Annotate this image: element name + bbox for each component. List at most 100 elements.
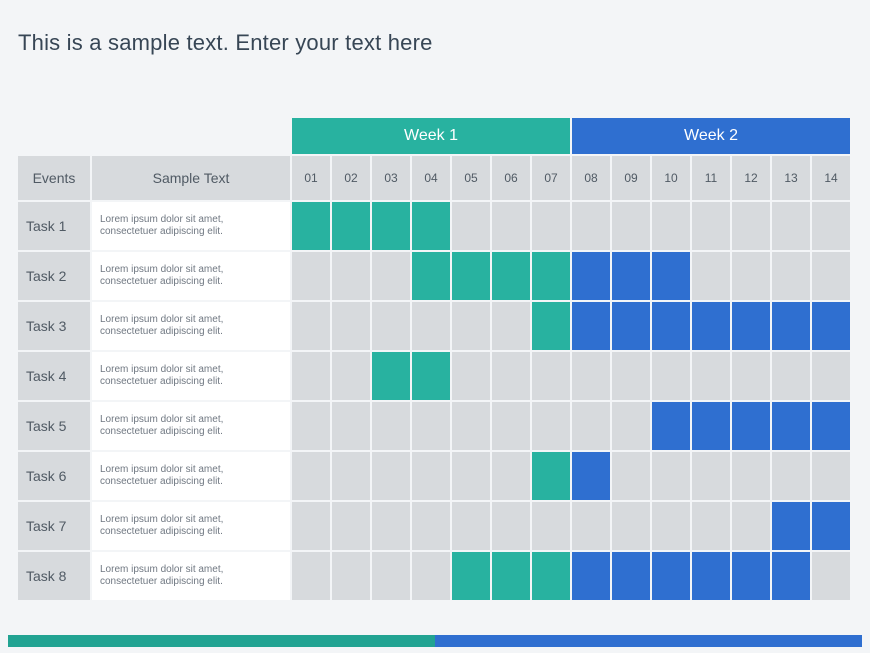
gantt-cell — [372, 552, 410, 600]
gantt-cell — [612, 202, 650, 250]
gantt-cell — [812, 202, 850, 250]
gantt-cell — [292, 552, 330, 600]
gantt-cell — [652, 502, 690, 550]
gantt-cell — [572, 352, 610, 400]
gantt-cell — [652, 452, 690, 500]
gantt-cell — [772, 302, 810, 350]
task-label: Task 2 — [18, 252, 90, 300]
task-description: Lorem ipsum dolor sit amet, consectetuer… — [92, 502, 290, 550]
gantt-cell — [572, 202, 610, 250]
day-header: 09 — [612, 156, 650, 200]
gantt-cell — [412, 202, 450, 250]
task-label: Task 3 — [18, 302, 90, 350]
gantt-cell — [292, 502, 330, 550]
gantt-cell — [612, 502, 650, 550]
gantt-cell — [412, 302, 450, 350]
task-description: Lorem ipsum dolor sit amet, consectetuer… — [92, 352, 290, 400]
gantt-cell — [372, 352, 410, 400]
gantt-row: Task 7Lorem ipsum dolor sit amet, consec… — [18, 502, 852, 550]
gantt-cell — [692, 252, 730, 300]
gantt-cell — [372, 252, 410, 300]
gantt-cell — [692, 202, 730, 250]
gantt-cell — [812, 302, 850, 350]
gantt-grid: Week 1 Week 2 Events Sample Text 01 02 0… — [18, 118, 852, 602]
gantt-cell — [292, 202, 330, 250]
gantt-cell — [332, 552, 370, 600]
gantt-cell — [612, 302, 650, 350]
gantt-cell — [692, 352, 730, 400]
gantt-cell — [532, 452, 570, 500]
gantt-cell — [452, 252, 490, 300]
gantt-cell — [372, 202, 410, 250]
task-description: Lorem ipsum dolor sit amet, consectetuer… — [92, 452, 290, 500]
gantt-cell — [692, 502, 730, 550]
gantt-cell — [772, 502, 810, 550]
gantt-cell — [772, 402, 810, 450]
task-description: Lorem ipsum dolor sit amet, consectetuer… — [92, 302, 290, 350]
gantt-cell — [492, 202, 530, 250]
gantt-cell — [532, 552, 570, 600]
week-header-row: Week 1 Week 2 — [18, 118, 852, 154]
day-header: 13 — [772, 156, 810, 200]
gantt-cell — [772, 352, 810, 400]
gantt-cell — [372, 302, 410, 350]
day-header: 14 — [812, 156, 850, 200]
events-header: Events — [18, 156, 90, 200]
gantt-row: Task 5Lorem ipsum dolor sit amet, consec… — [18, 402, 852, 450]
gantt-cell — [292, 402, 330, 450]
gantt-cell — [452, 452, 490, 500]
gantt-cell — [572, 552, 610, 600]
gantt-cell — [652, 252, 690, 300]
gantt-cell — [452, 302, 490, 350]
gantt-cell — [612, 352, 650, 400]
gantt-cell — [372, 452, 410, 500]
gantt-cell — [412, 452, 450, 500]
gantt-cell — [812, 502, 850, 550]
task-description: Lorem ipsum dolor sit amet, consectetuer… — [92, 202, 290, 250]
sample-text-header: Sample Text — [92, 156, 290, 200]
day-header: 04 — [412, 156, 450, 200]
gantt-cell — [372, 502, 410, 550]
gantt-cell — [332, 252, 370, 300]
gantt-cell — [652, 352, 690, 400]
gantt-cell — [812, 402, 850, 450]
task-description: Lorem ipsum dolor sit amet, consectetuer… — [92, 252, 290, 300]
gantt-cell — [412, 502, 450, 550]
day-header: 11 — [692, 156, 730, 200]
gantt-row: Task 6Lorem ipsum dolor sit amet, consec… — [18, 452, 852, 500]
gantt-cell — [492, 552, 530, 600]
gantt-cell — [372, 402, 410, 450]
gantt-cell — [732, 252, 770, 300]
gantt-cell — [612, 252, 650, 300]
column-header-row: Events Sample Text 01 02 03 04 05 06 07 … — [18, 156, 852, 200]
gantt-cell — [612, 402, 650, 450]
task-label: Task 4 — [18, 352, 90, 400]
gantt-cell — [532, 252, 570, 300]
gantt-cell — [692, 452, 730, 500]
task-description: Lorem ipsum dolor sit amet, consectetuer… — [92, 402, 290, 450]
task-label: Task 1 — [18, 202, 90, 250]
gantt-cell — [492, 452, 530, 500]
gantt-cell — [532, 352, 570, 400]
page-title: This is a sample text. Enter your text h… — [18, 30, 433, 56]
gantt-cell — [692, 302, 730, 350]
gantt-cell — [452, 502, 490, 550]
footer-stripe — [8, 635, 862, 647]
gantt-cell — [732, 552, 770, 600]
gantt-cell — [292, 252, 330, 300]
gantt-cell — [572, 252, 610, 300]
gantt-cell — [692, 552, 730, 600]
gantt-row: Task 1Lorem ipsum dolor sit amet, consec… — [18, 202, 852, 250]
day-header: 07 — [532, 156, 570, 200]
gantt-cell — [412, 252, 450, 300]
gantt-cell — [452, 402, 490, 450]
day-header: 01 — [292, 156, 330, 200]
gantt-row: Task 3Lorem ipsum dolor sit amet, consec… — [18, 302, 852, 350]
gantt-cell — [572, 402, 610, 450]
gantt-cell — [772, 552, 810, 600]
gantt-cell — [492, 352, 530, 400]
gantt-cell — [732, 352, 770, 400]
gantt-cell — [812, 452, 850, 500]
task-label: Task 6 — [18, 452, 90, 500]
gantt-cell — [692, 402, 730, 450]
